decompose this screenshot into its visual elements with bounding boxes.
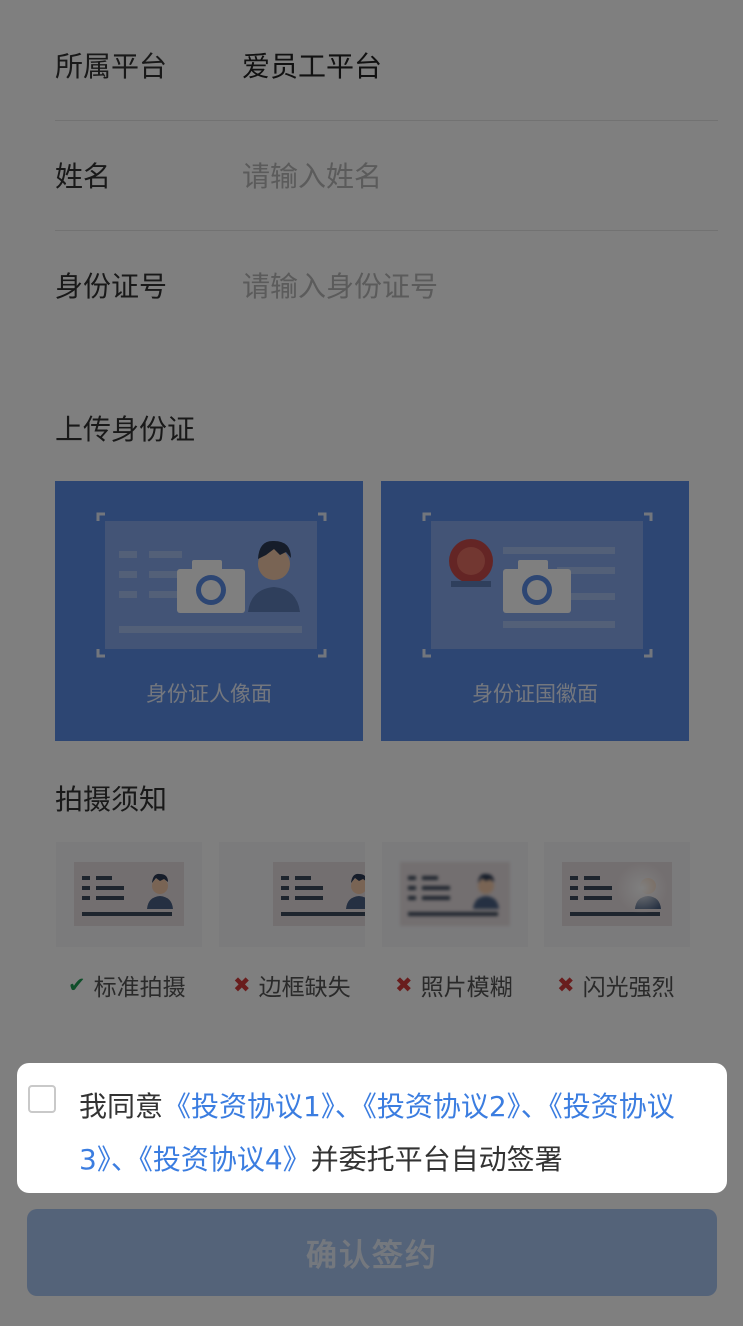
- agreement-panel: 我同意《投资协议1》、《投资协议2》、《投资协议3》、《投资协议4》并委托平台自…: [17, 1063, 727, 1193]
- agreement-prefix: 我同意: [79, 1090, 164, 1123]
- agreement-link-2[interactable]: 《投资协议2》: [363, 1090, 521, 1123]
- agreement-suffix: 并委托平台自动签署: [310, 1143, 563, 1176]
- agreement-separator: 、: [520, 1090, 549, 1123]
- agreement-text: 我同意《投资协议1》、《投资协议2》、《投资协议3》、《投资协议4》并委托平台自…: [79, 1080, 719, 1186]
- agreement-link-1[interactable]: 《投资协议1》: [163, 1090, 335, 1123]
- agree-checkbox[interactable]: [28, 1085, 56, 1113]
- agreement-separator: 、: [334, 1090, 363, 1123]
- agreement-separator: 、: [110, 1143, 139, 1176]
- agreement-link-4[interactable]: 《投资协议4》: [139, 1143, 311, 1176]
